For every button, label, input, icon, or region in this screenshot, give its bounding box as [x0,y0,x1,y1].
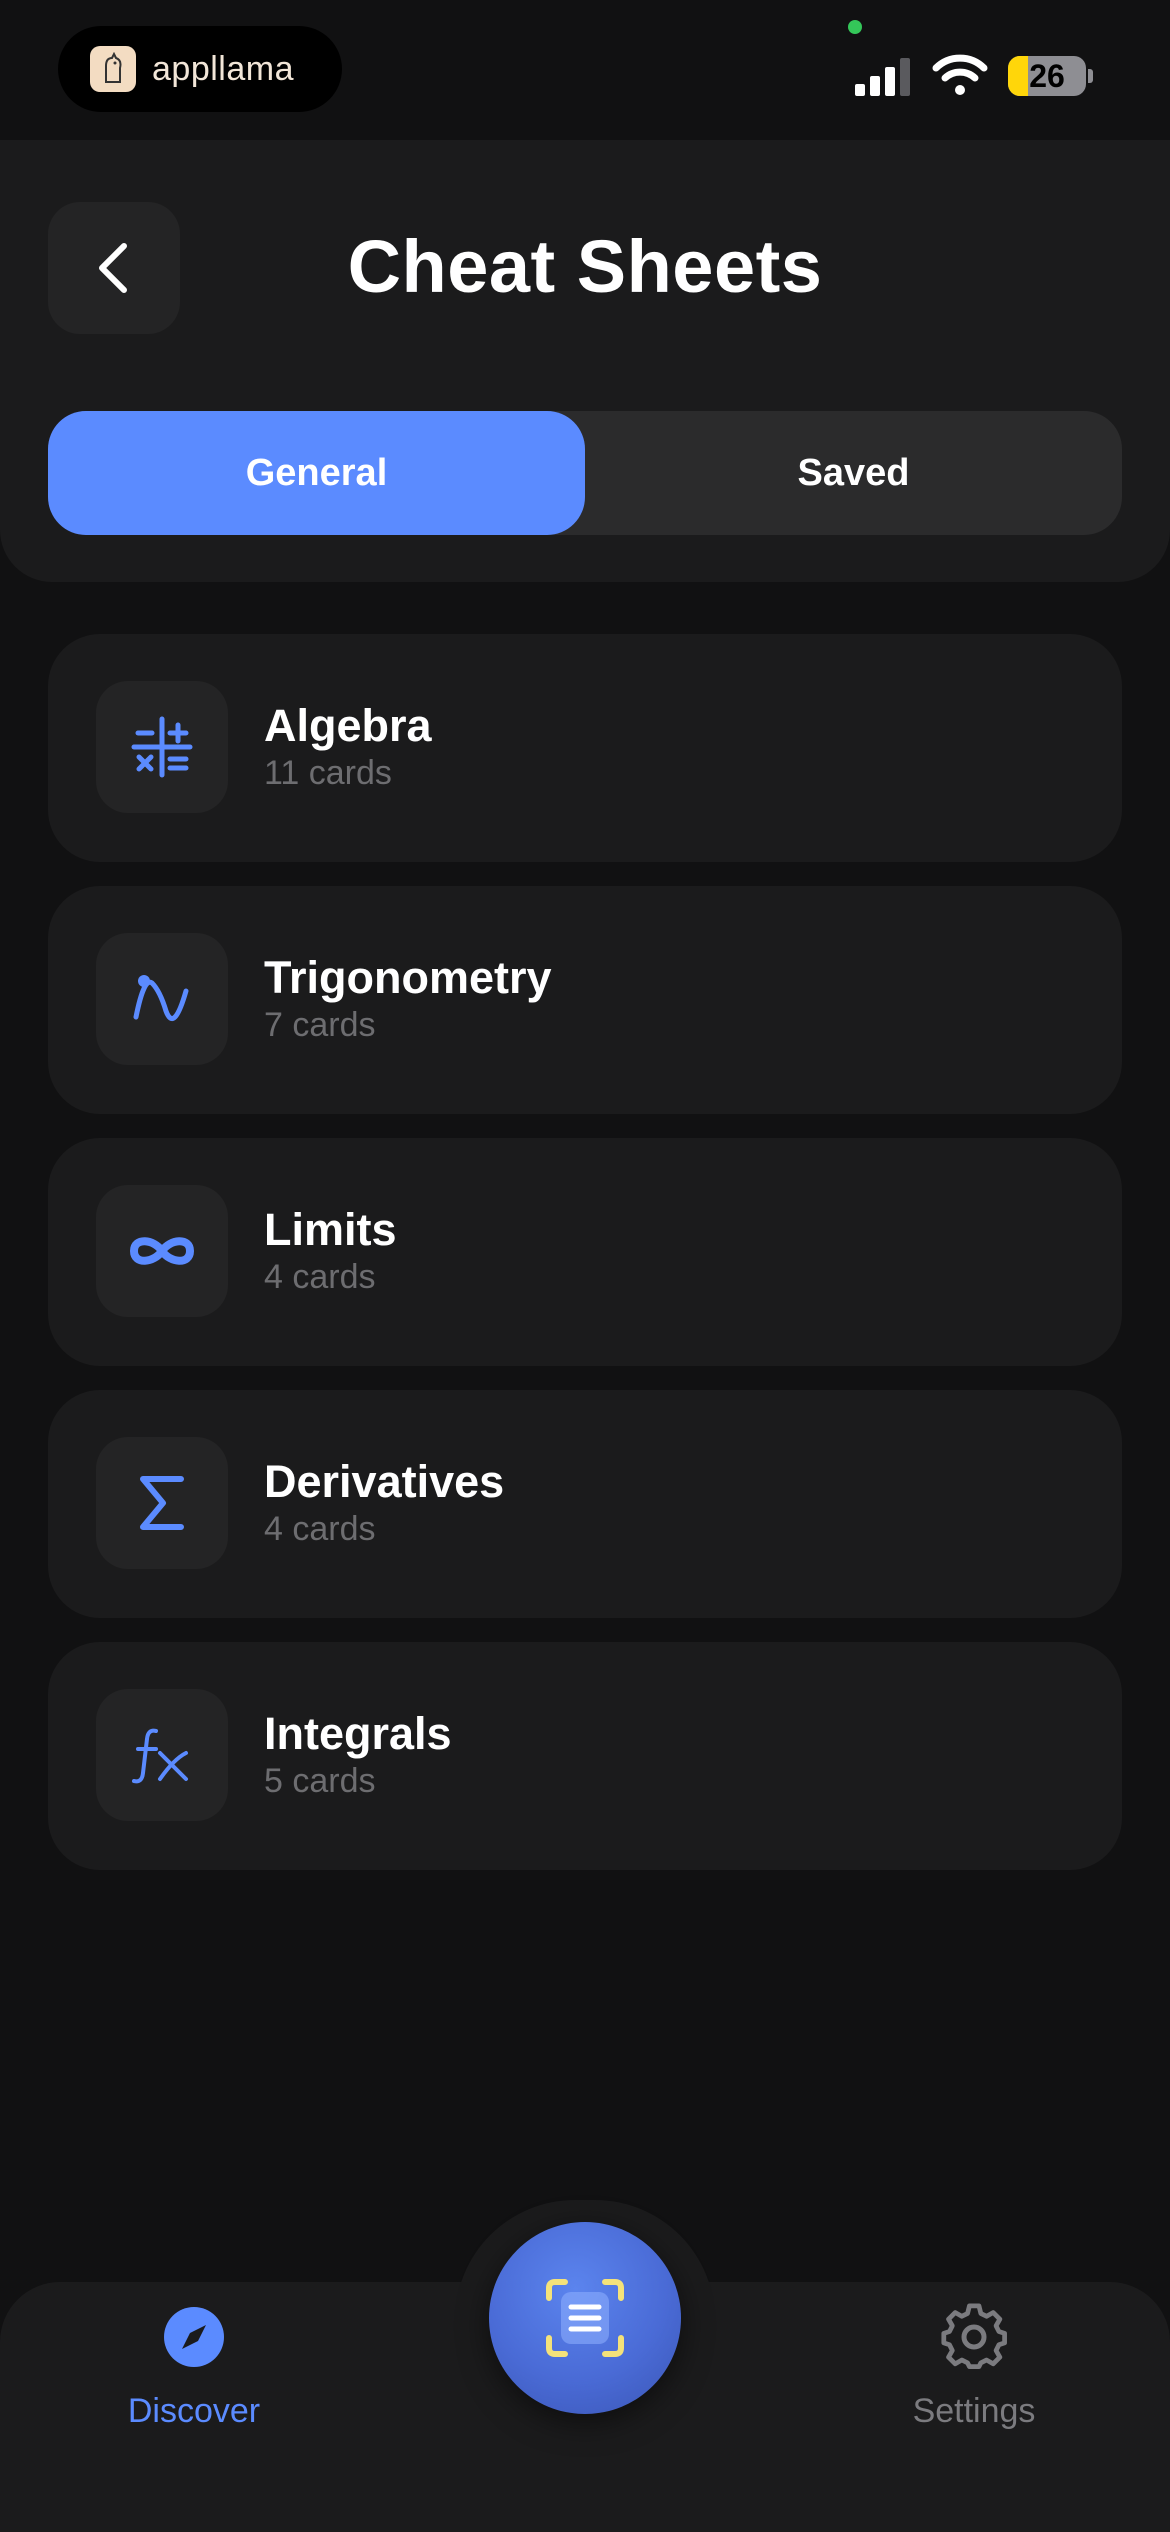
sheet-title: Limits [264,1204,397,1255]
brand-name: appllama [152,49,294,88]
sheet-title: Trigonometry [264,952,552,1003]
sheet-card-count: 4 cards [264,1510,376,1548]
status-bar: appllama 26 [0,0,1170,140]
wifi-icon [932,54,988,95]
sheet-card-count: 4 cards [264,1258,376,1296]
battery-indicator: 26 [1008,56,1086,96]
scan-button[interactable] [489,2222,681,2414]
nav-discover[interactable]: Discover [64,2300,324,2431]
tab-general[interactable]: General [48,411,585,535]
segmented-control: General Saved [48,411,1122,535]
cellular-signal-icon [855,58,910,96]
gear-icon [941,2303,1007,2370]
llama-logo-icon [90,46,136,92]
nav-discover-label: Discover [127,2392,261,2430]
compass-icon [164,2307,224,2367]
camera-indicator [848,20,862,34]
header-panel: Cheat Sheets General Saved [0,140,1170,582]
page-title: Cheat Sheets [347,225,823,308]
tab-saved[interactable]: Saved [585,411,1122,535]
sheet-card-derivatives[interactable]: Derivatives 4 cards [48,1390,1122,1618]
sheet-card-limits[interactable]: Limits 4 cards [48,1138,1122,1366]
sheet-title: Derivatives [264,1456,505,1507]
sheet-card-algebra[interactable]: Algebra 11 cards [48,634,1122,862]
nav-settings[interactable]: Settings [844,2300,1104,2431]
function-fx-icon [96,1689,228,1821]
sheet-card-count: 7 cards [264,1006,376,1044]
sheet-card-integrals[interactable]: Integrals 5 cards [48,1642,1122,1870]
brand-pill: appllama [58,26,342,112]
sheet-card-trigonometry[interactable]: Trigonometry 7 cards [48,886,1122,1114]
infinity-icon [96,1185,228,1317]
sheet-title: Integrals [264,1708,452,1759]
scan-document-icon [546,2279,624,2357]
nav-settings-label: Settings [912,2392,1036,2430]
sheet-title: Algebra [264,700,432,751]
sheet-card-count: 11 cards [264,754,392,792]
battery-level: 26 [1029,57,1065,94]
algebra-operators-icon [96,681,228,813]
sigma-icon [96,1437,228,1569]
sheet-card-count: 5 cards [264,1762,376,1800]
sine-wave-icon [96,933,228,1065]
